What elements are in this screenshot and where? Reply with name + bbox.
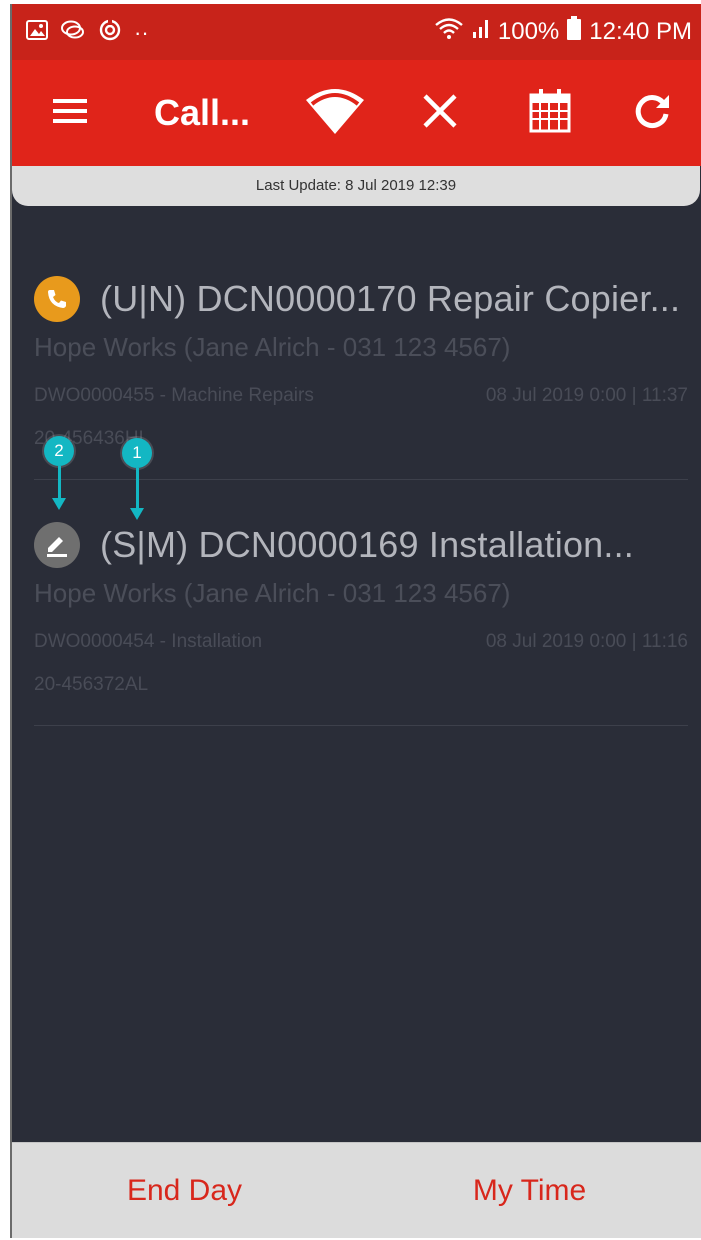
wifi-button[interactable] xyxy=(300,60,370,166)
clear-button[interactable] xyxy=(412,60,468,166)
call-date: 08 Jul 2019 0:00 | 11:16 xyxy=(485,631,688,652)
last-update-label: Last Update: 8 Jul 2019 12:39 xyxy=(12,166,700,206)
my-time-button[interactable]: My Time xyxy=(357,1143,701,1238)
battery-percent: 100% xyxy=(497,17,560,45)
wifi-status-icon xyxy=(434,17,464,46)
calendar-button[interactable] xyxy=(520,60,580,166)
call-title: (S|M) DCN0000169 Installation... xyxy=(100,524,634,565)
clock: 12:40 PM xyxy=(589,17,692,45)
refresh-icon xyxy=(633,92,671,135)
app-bar: Call... xyxy=(12,60,701,166)
list-item[interactable]: (S|M) DCN0000169 Installation... Hope Wo… xyxy=(12,480,701,726)
list-item[interactable]: (U|N) DCN0000170 Repair Copier... Hope W… xyxy=(12,234,701,480)
call-customer: Hope Works (Jane Alrich - 031 123 4567) xyxy=(34,332,511,362)
annotation-callout-2: 2 xyxy=(44,436,74,466)
edit-icon xyxy=(34,522,80,568)
call-date: 08 Jul 2019 0:00 | 11:37 xyxy=(485,385,688,406)
bottom-bar: End Day My Time xyxy=(12,1142,701,1238)
phone-screen: ·· 100% 12:40 PM Call... Last Update: 8 … xyxy=(10,4,701,1238)
call-customer: Hope Works (Jane Alrich - 031 123 4567) xyxy=(34,578,511,608)
calls-list: (U|N) DCN0000170 Repair Copier... Hope W… xyxy=(12,234,701,726)
call-work-order: DWO0000455 - Machine Repairs xyxy=(34,385,314,406)
sync-icon xyxy=(98,18,122,47)
annotation-callout-1: 1 xyxy=(122,438,152,468)
wifi-icon xyxy=(304,86,366,141)
end-day-button[interactable]: End Day xyxy=(12,1143,357,1238)
app-title: Call... xyxy=(154,92,251,133)
call-work-order: DWO0000454 - Installation xyxy=(34,631,263,652)
battery-icon xyxy=(567,16,582,47)
image-icon xyxy=(26,20,48,45)
phone-icon xyxy=(34,276,80,322)
menu-button[interactable] xyxy=(42,60,98,166)
calendar-icon xyxy=(529,88,571,138)
refresh-button[interactable] xyxy=(624,60,680,166)
call-serial: 20-456372AL xyxy=(34,674,149,695)
divider xyxy=(34,725,688,726)
annotation-arrowhead-2 xyxy=(52,498,66,510)
signal-icon xyxy=(472,17,490,46)
annotation-arrow-2 xyxy=(58,466,61,500)
menu-icon xyxy=(53,98,87,129)
more-dots-icon: ·· xyxy=(134,19,149,45)
call-title: (U|N) DCN0000170 Repair Copier... xyxy=(100,278,681,319)
status-bar: ·· 100% 12:40 PM xyxy=(12,4,701,60)
close-icon xyxy=(422,93,458,134)
annotation-arrowhead-1 xyxy=(130,508,144,520)
chat-bubbles-icon xyxy=(60,19,86,46)
annotation-arrow-1 xyxy=(136,468,139,510)
